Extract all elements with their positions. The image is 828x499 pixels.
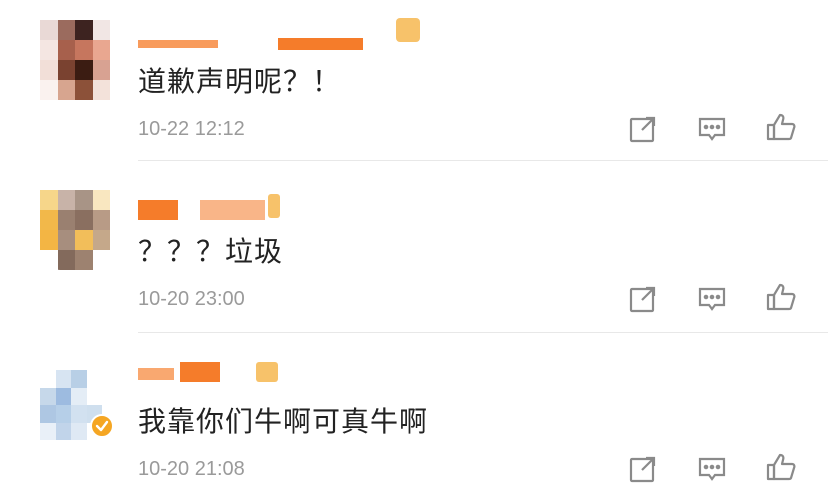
comment-time: 10-20 23:00 xyxy=(138,288,245,310)
comment-divider xyxy=(138,332,828,333)
comment-icon[interactable] xyxy=(697,454,727,484)
like-icon[interactable] xyxy=(766,452,796,482)
comment-item: ？？？垃圾 10-20 23:00 xyxy=(0,170,828,333)
comment-time: 10-22 12:12 xyxy=(138,118,245,140)
comment-divider xyxy=(138,160,828,161)
username-redacted[interactable] xyxy=(138,18,428,50)
share-icon[interactable] xyxy=(628,454,658,484)
comment-item: 道歉声明呢？！ 10-22 12:12 xyxy=(0,0,828,161)
like-icon[interactable] xyxy=(766,282,796,312)
share-icon[interactable] xyxy=(628,114,658,144)
avatar[interactable] xyxy=(40,20,110,100)
like-icon[interactable] xyxy=(766,112,796,142)
comment-text: 道歉声明呢？！ xyxy=(138,65,342,98)
verified-v-icon xyxy=(90,414,114,438)
avatar[interactable] xyxy=(40,190,110,270)
comment-item: 我靠你们牛啊可真牛啊 10-20 21:08 xyxy=(0,340,828,499)
comment-icon[interactable] xyxy=(697,284,727,314)
comment-time: 10-20 21:08 xyxy=(138,458,245,480)
username-redacted[interactable] xyxy=(138,362,428,382)
username-redacted[interactable] xyxy=(138,194,428,220)
share-icon[interactable] xyxy=(628,284,658,314)
comment-text: ？？？垃圾 xyxy=(138,235,284,268)
comment-text: 我靠你们牛啊可真牛啊 xyxy=(138,405,429,438)
comment-icon[interactable] xyxy=(697,114,727,144)
